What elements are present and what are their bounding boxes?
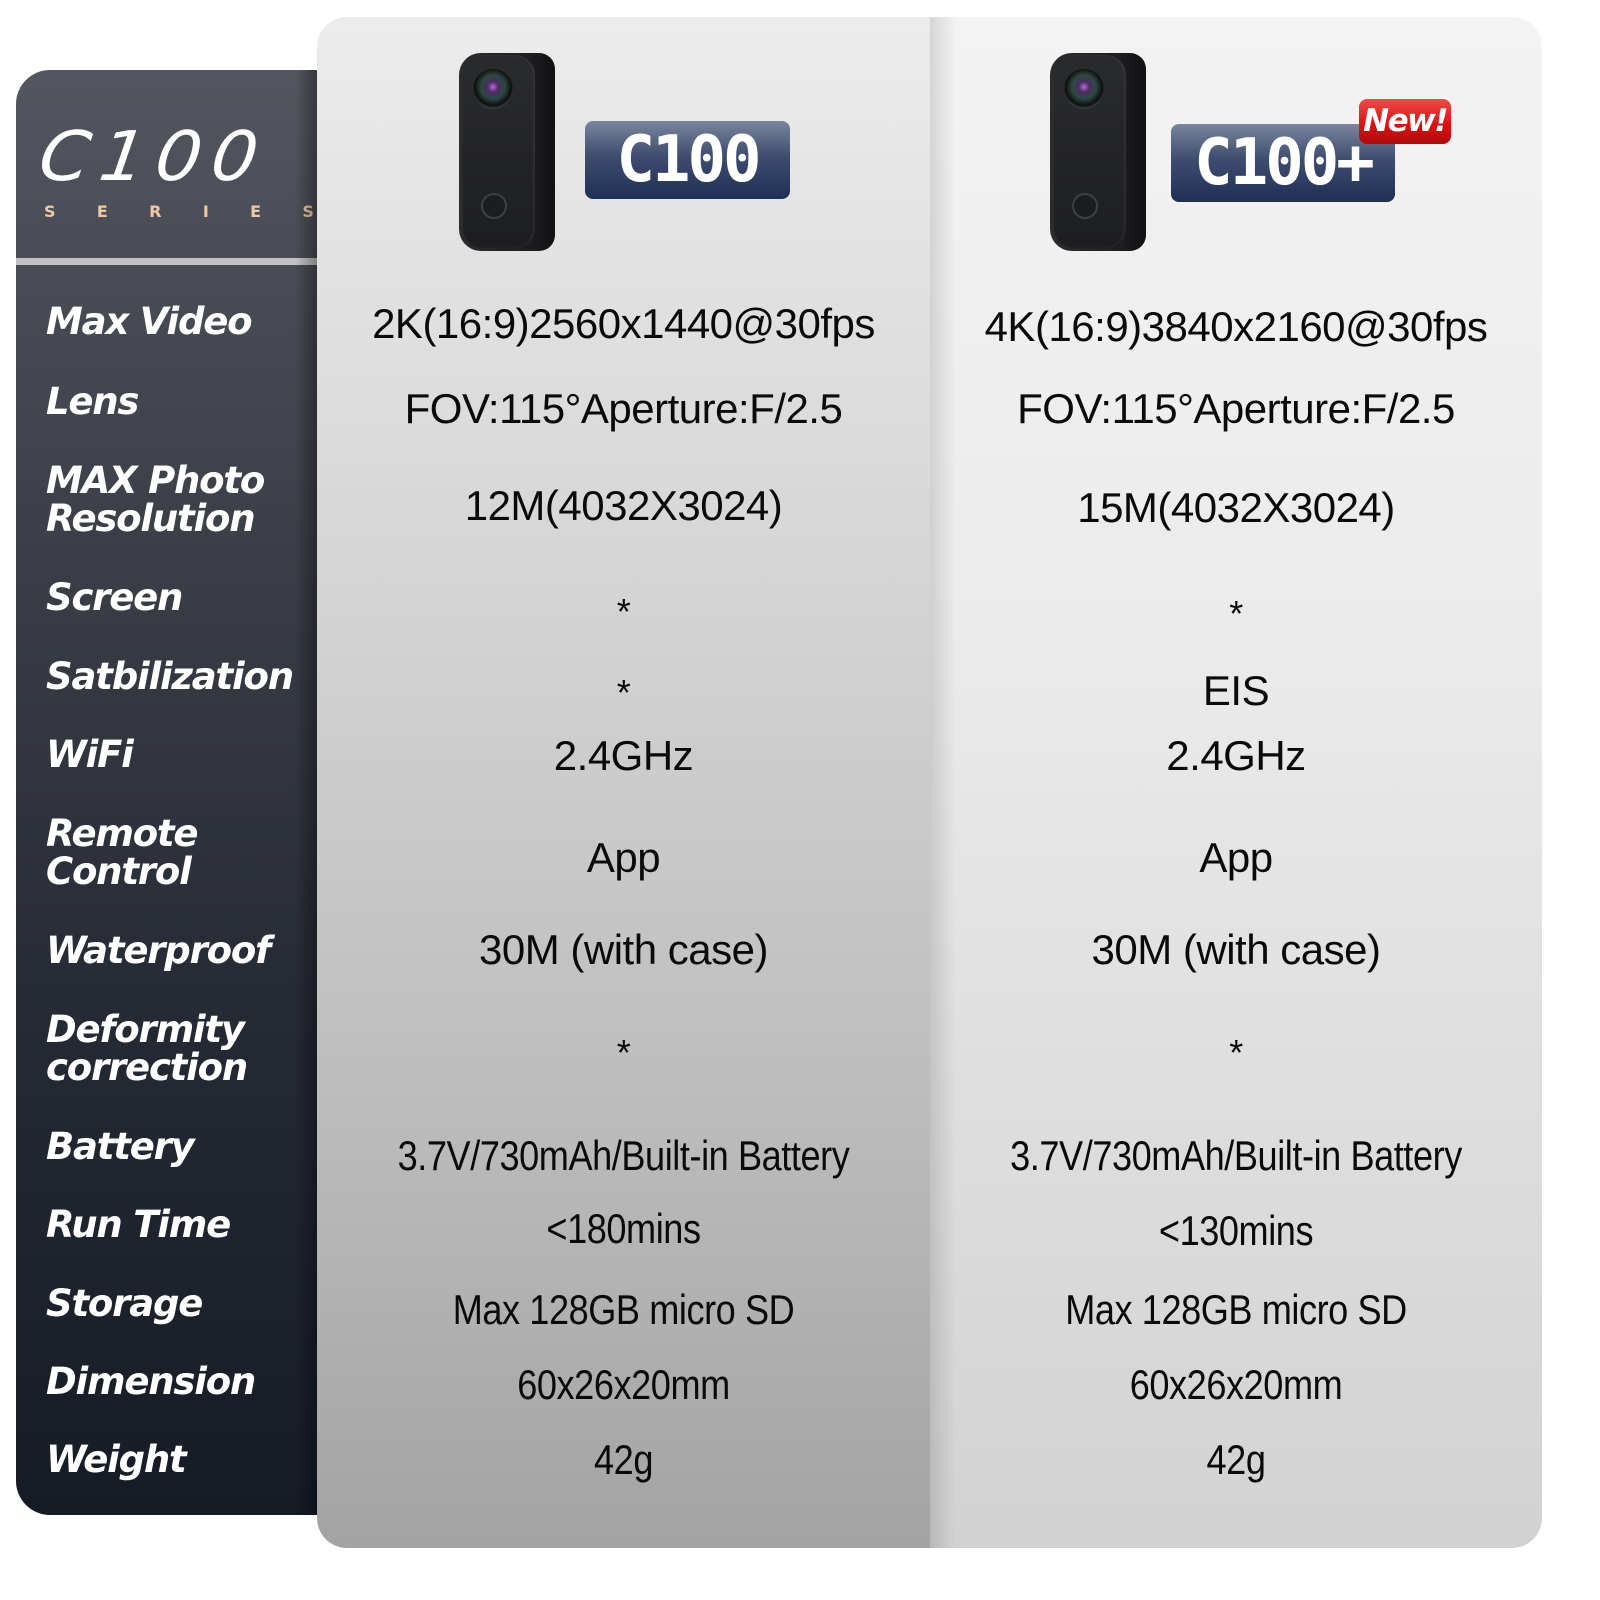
spec-stabilization: * [616, 672, 631, 713]
subtitle-letter: E [250, 202, 262, 221]
spec-screen: * [1229, 593, 1243, 634]
spec-deformity-correction: * [616, 1032, 631, 1073]
spec-lens: FOV:115°Aperture:F/2.5 [1017, 385, 1455, 432]
spec-stabilization: EIS [1202, 667, 1270, 714]
spec-run-time: <130mins [1158, 1207, 1314, 1254]
label-battery: Battery [46, 1125, 195, 1168]
product-column-c100: C100 2K(16:9)2560x1440@30fps FOV:115°Ape… [317, 17, 930, 1548]
model-badge: C100 [585, 121, 790, 199]
logo-divider [16, 258, 317, 265]
subtitle-letter: R [149, 202, 162, 221]
label-waterproof: Waterproof [46, 929, 271, 972]
label-stabilization: Satbilization [46, 655, 294, 698]
spec-deformity-correction: * [1229, 1032, 1243, 1073]
label-remote-control: Remote Control [46, 812, 198, 893]
spec-dimension: 60x26x20mm [1129, 1361, 1343, 1408]
spec-max-video: 4K(16:9)3840x2160@30fps [984, 303, 1488, 350]
subtitle-letter: E [96, 202, 108, 221]
spec-screen: * [616, 591, 631, 632]
spec-max-video: 2K(16:9)2560x1440@30fps [372, 300, 875, 347]
spec-max-photo-resolution: 15M(4032X3024) [1077, 484, 1395, 531]
series-logo: C100 S E R I E S [16, 70, 317, 258]
subtitle-letter: I [202, 202, 209, 221]
spec-wifi: 2.4GHz [553, 732, 694, 779]
spec-run-time: <180mins [546, 1205, 701, 1252]
label-screen: Screen [46, 576, 183, 619]
label-weight: Weight [46, 1438, 187, 1481]
camera-icon [459, 53, 555, 251]
shutter-button-icon [481, 193, 507, 219]
spec-max-photo-resolution: 12M(4032X3024) [464, 482, 783, 529]
series-logo-title: C100 [34, 116, 274, 196]
label-dimension: Dimension [46, 1360, 256, 1403]
spec-remote-control: App [1199, 834, 1273, 881]
camera-icon [1050, 53, 1146, 251]
spec-remote-control: App [586, 834, 661, 881]
series-logo-subtitle: S E R I E S [44, 204, 314, 220]
spec-storage: Max 128GB micro SD [452, 1286, 795, 1333]
spec-wifi: 2.4GHz [1166, 732, 1306, 779]
label-lens: Lens [46, 380, 139, 423]
lens-icon [473, 69, 513, 109]
spec-battery: 3.7V/730mAh/Built-in Battery [397, 1132, 850, 1179]
shutter-button-icon [1072, 193, 1098, 219]
spec-storage: Max 128GB micro SD [1065, 1286, 1407, 1333]
spec-lens: FOV:115°Aperture:F/2.5 [404, 385, 843, 432]
lens-icon [1064, 69, 1104, 109]
label-wifi: WiFi [46, 733, 134, 776]
product-column-c100-plus: C100+ New! 4K(16:9)3840x2160@30fps FOV:1… [930, 17, 1542, 1548]
subtitle-letter: S [302, 202, 314, 221]
label-storage: Storage [46, 1282, 203, 1325]
subtitle-letter: S [44, 202, 56, 221]
spec-label-panel: C100 S E R I E S Max Video Lens MAX Phot… [16, 70, 317, 1515]
spec-weight: 42g [1206, 1436, 1266, 1483]
spec-battery: 3.7V/730mAh/Built-in Battery [1010, 1132, 1462, 1179]
spec-waterproof: 30M (with case) [1091, 926, 1381, 973]
spec-weight: 42g [594, 1436, 653, 1483]
spec-dimension: 60x26x20mm [517, 1361, 730, 1408]
new-badge: New! [1359, 99, 1451, 144]
spec-waterproof: 30M (with case) [479, 926, 768, 973]
label-run-time: Run Time [46, 1203, 231, 1246]
label-max-video: Max Video [46, 300, 253, 343]
label-deformity-correction: Deformity correction [46, 1008, 248, 1089]
label-max-photo-resolution: MAX Photo Resolution [46, 459, 265, 540]
